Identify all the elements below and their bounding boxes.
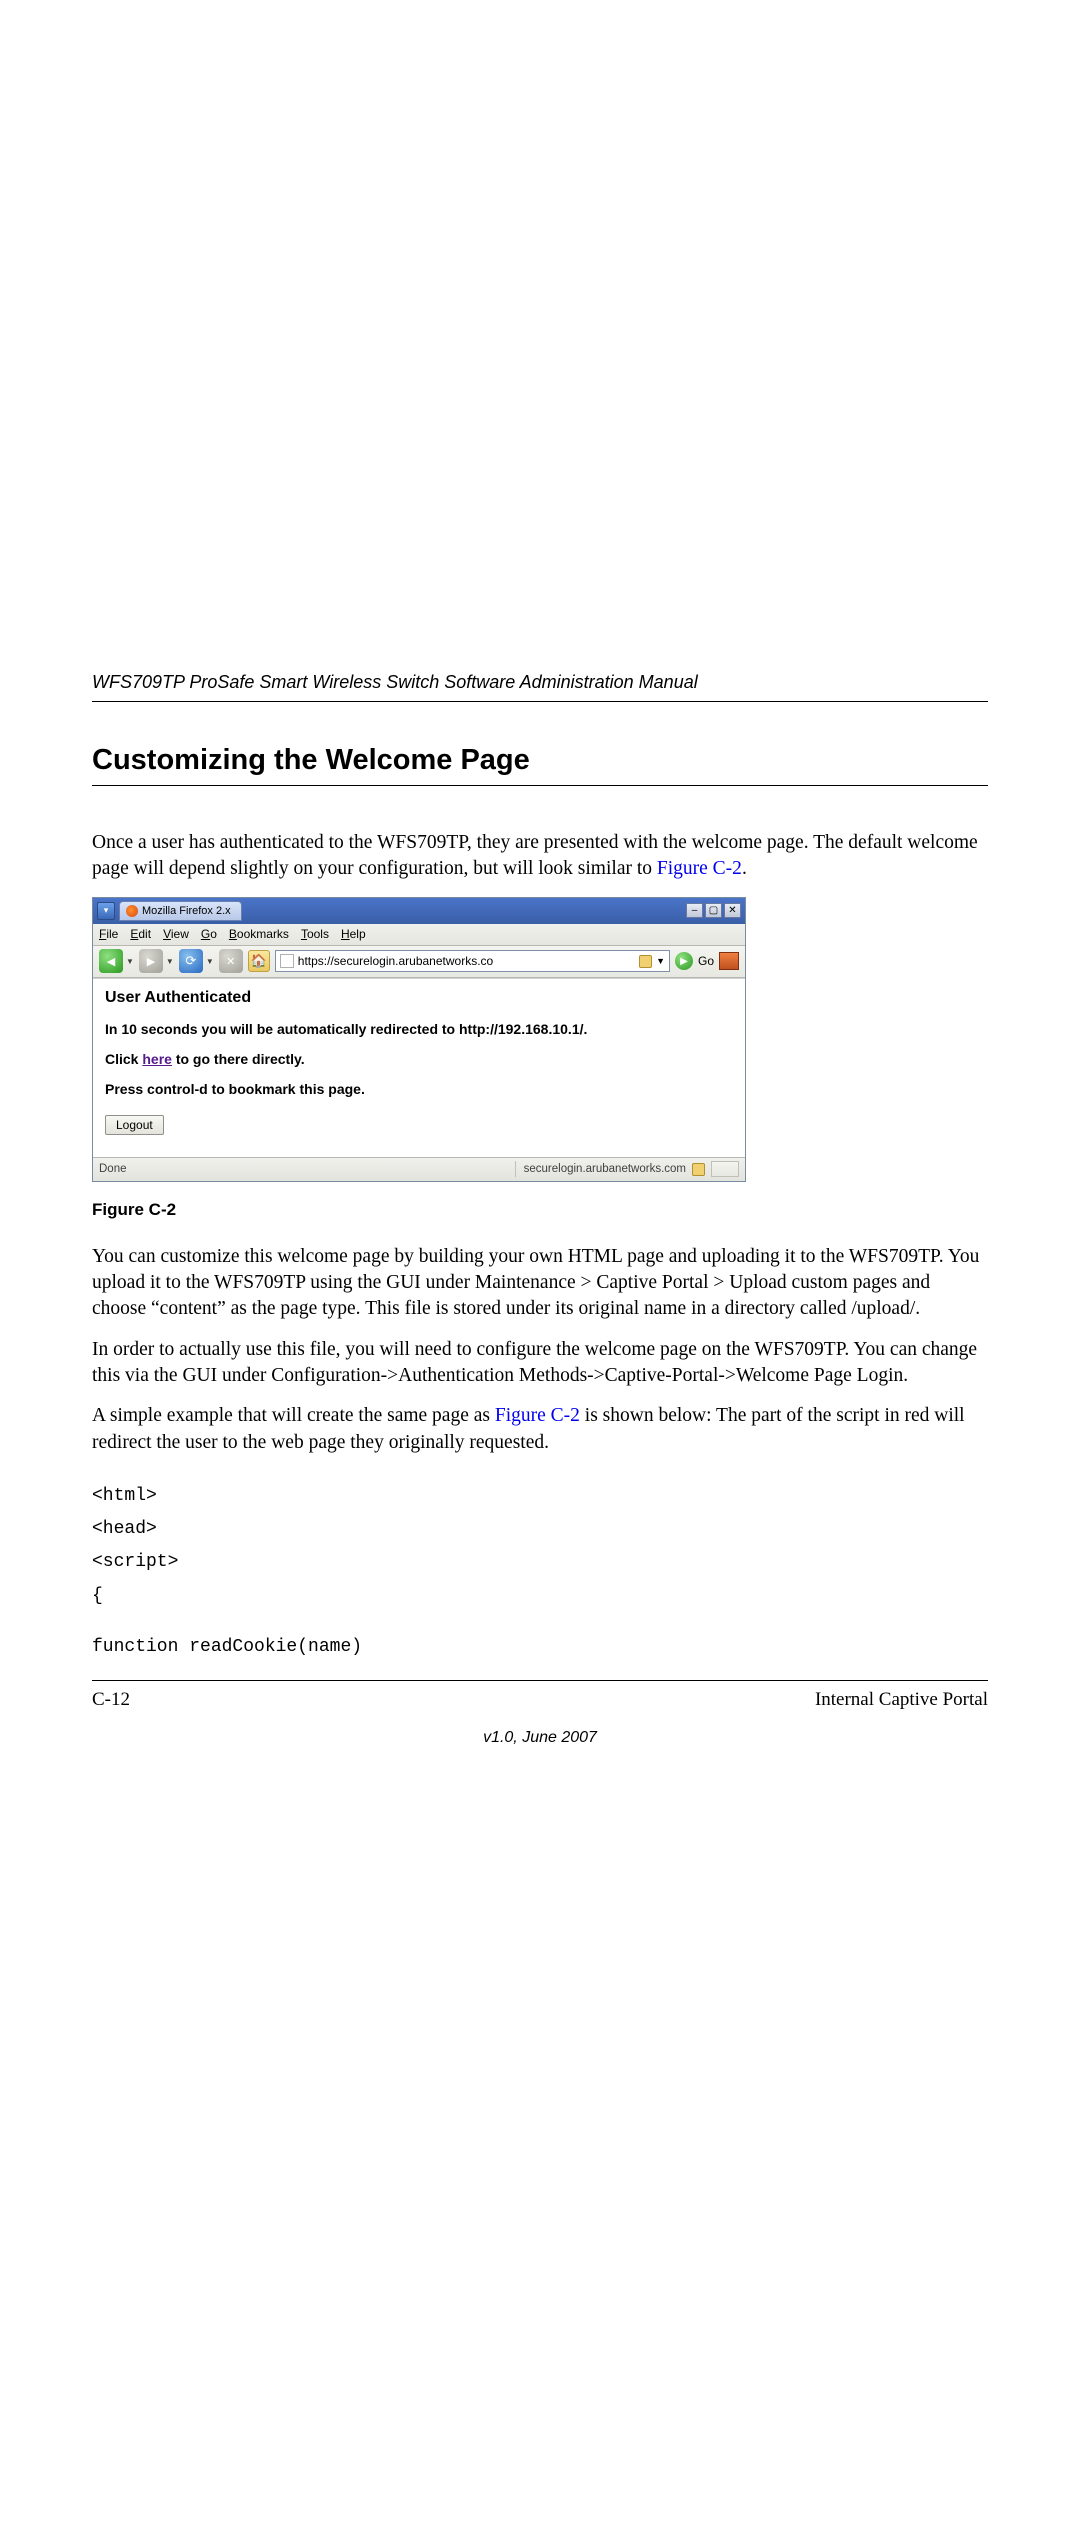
intro-paragraph: Once a user has authenticated to the WFS… xyxy=(92,830,988,883)
code-blank xyxy=(92,1613,988,1631)
intro-text-2: . xyxy=(742,858,747,879)
code-line-2: <head> xyxy=(92,1513,988,1546)
paragraph-2: You can customize this welcome page by b… xyxy=(92,1244,988,1323)
menu-go[interactable]: Go xyxy=(201,927,217,941)
bookmark-line: Press control-d to bookmark this page. xyxy=(105,1081,733,1097)
code-line-4: { xyxy=(92,1580,988,1613)
forward-dropdown-icon[interactable]: ▼ xyxy=(166,957,174,966)
chapter-name: Internal Captive Portal xyxy=(815,1689,988,1711)
status-lock-icon xyxy=(692,1163,705,1176)
status-left: Done xyxy=(99,1163,127,1175)
browser-titlebar: ▾ Mozilla Firefox 2.x – ▢ ✕ xyxy=(93,898,745,924)
click-post: to go there directly. xyxy=(172,1051,305,1067)
running-header: WFS709TP ProSafe Smart Wireless Switch S… xyxy=(92,672,988,702)
menu-bookmarks[interactable]: Bookmarks xyxy=(229,927,289,941)
lock-icon xyxy=(639,955,652,968)
here-link[interactable]: here xyxy=(142,1051,172,1067)
url-bar[interactable]: https://securelogin.arubanetworks.co ▼ xyxy=(275,950,670,972)
url-text: https://securelogin.arubanetworks.co xyxy=(298,954,635,968)
menu-tools[interactable]: Tools xyxy=(301,927,329,941)
auth-title: User Authenticated xyxy=(105,989,733,1007)
figure-link-2[interactable]: Figure C-2 xyxy=(495,1405,580,1426)
logout-button[interactable]: Logout xyxy=(105,1115,164,1135)
maximize-button[interactable]: ▢ xyxy=(705,903,722,918)
page-icon xyxy=(280,954,294,968)
page-number: C-12 xyxy=(92,1689,130,1711)
paragraph-3: In order to actually use this file, you … xyxy=(92,1337,988,1390)
intro-text-1: Once a user has authenticated to the WFS… xyxy=(92,832,978,879)
browser-content: User Authenticated In 10 seconds you wil… xyxy=(93,978,745,1157)
browser-tab[interactable]: Mozilla Firefox 2.x xyxy=(119,901,242,921)
menu-view[interactable]: View xyxy=(163,927,189,941)
click-pre: Click xyxy=(105,1051,142,1067)
code-line-3: <script> xyxy=(92,1546,988,1579)
browser-window: ▾ Mozilla Firefox 2.x – ▢ ✕ File Edit Vi… xyxy=(92,897,746,1182)
go-label: Go xyxy=(698,954,714,968)
menu-help[interactable]: Help xyxy=(341,927,366,941)
menu-edit[interactable]: Edit xyxy=(130,927,151,941)
stop-button[interactable] xyxy=(219,949,243,973)
code-line-5: function readCookie(name) xyxy=(92,1631,988,1664)
back-button[interactable] xyxy=(99,949,123,973)
window-buttons: – ▢ ✕ xyxy=(686,903,741,918)
close-button[interactable]: ✕ xyxy=(724,903,741,918)
version-line: v1.0, June 2007 xyxy=(92,1729,988,1747)
home-button[interactable]: 🏠 xyxy=(248,950,270,972)
redirect-line: In 10 seconds you will be automatically … xyxy=(105,1021,733,1037)
titlebar-dropdown-icon[interactable]: ▾ xyxy=(97,902,115,920)
status-right-group: securelogin.arubanetworks.com xyxy=(515,1161,739,1177)
page-footer: C-12 Internal Captive Portal xyxy=(92,1680,988,1711)
code-line-1: <html> xyxy=(92,1480,988,1513)
reload-dropdown-icon[interactable]: ▼ xyxy=(206,957,214,966)
figure-caption: Figure C-2 xyxy=(92,1200,988,1220)
go-button[interactable]: ▶ xyxy=(675,952,693,970)
url-dropdown-icon[interactable]: ▼ xyxy=(656,956,665,966)
code-block: <html> <head> <script> { function readCo… xyxy=(92,1480,988,1664)
minimize-button[interactable]: – xyxy=(686,903,703,918)
firefox-icon xyxy=(126,905,138,917)
back-dropdown-icon[interactable]: ▼ xyxy=(126,957,134,966)
browser-statusbar: Done securelogin.arubanetworks.com xyxy=(93,1157,745,1181)
paragraph-4: A simple example that will create the sa… xyxy=(92,1403,988,1456)
menu-file[interactable]: File xyxy=(99,927,118,941)
status-domain: securelogin.arubanetworks.com xyxy=(524,1163,686,1175)
browser-menubar: File Edit View Go Bookmarks Tools Help xyxy=(93,924,745,946)
section-title: Customizing the Welcome Page xyxy=(92,744,988,786)
browser-toolbar: ▼ ▼ ▼ 🏠 https://securelogin.arubanetwork… xyxy=(93,946,745,978)
p4-text-1: A simple example that will create the sa… xyxy=(92,1405,495,1426)
figure-link-1[interactable]: Figure C-2 xyxy=(657,858,742,879)
bookmark-icon[interactable] xyxy=(719,952,739,970)
click-line: Click here to go there directly. xyxy=(105,1051,733,1067)
forward-button[interactable] xyxy=(139,949,163,973)
tab-title: Mozilla Firefox 2.x xyxy=(142,905,231,917)
status-box-icon xyxy=(711,1161,739,1177)
reload-button[interactable] xyxy=(179,949,203,973)
